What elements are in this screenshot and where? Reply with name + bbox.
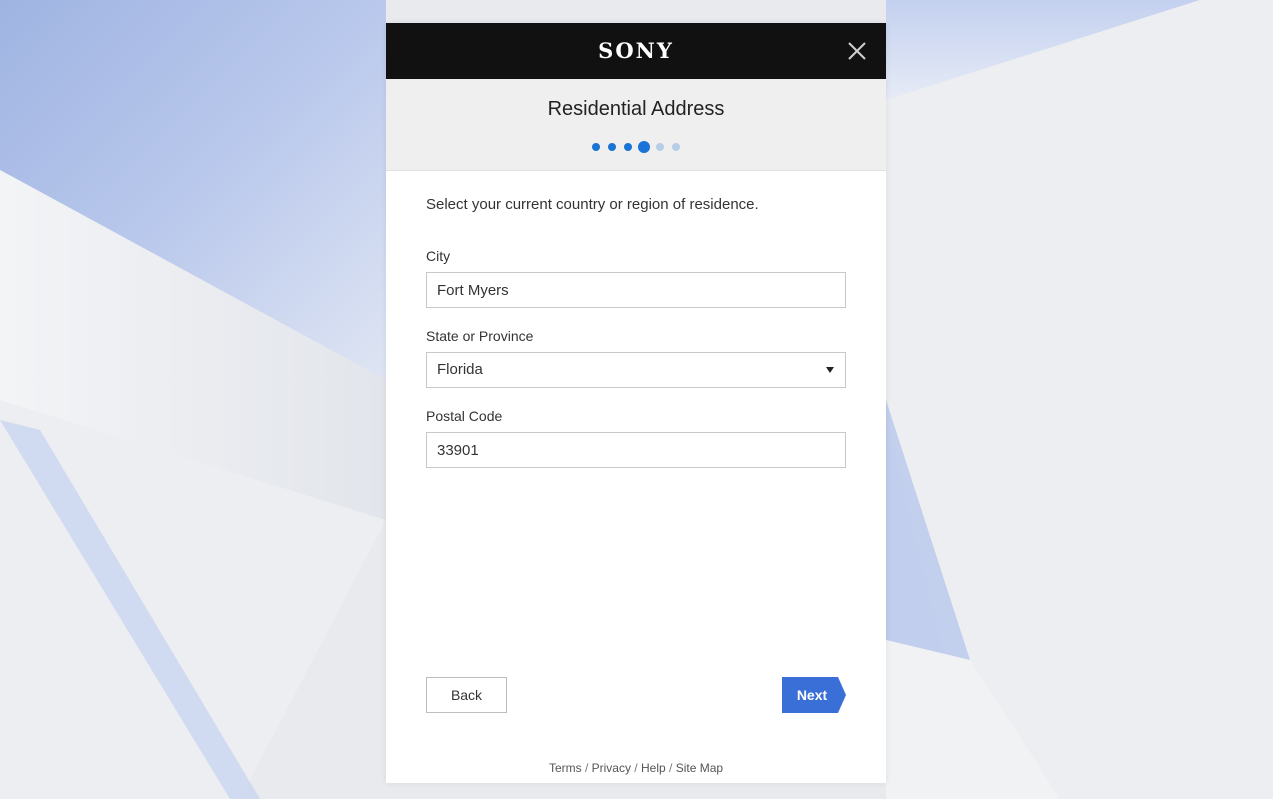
step-dot-complete xyxy=(608,143,616,151)
city-label: City xyxy=(426,248,451,264)
step-dot-current xyxy=(638,141,650,153)
state-select[interactable]: Florida xyxy=(426,352,846,388)
signup-dialog: SONY Residential Address Select your cur… xyxy=(386,23,886,783)
help-link[interactable]: Help xyxy=(641,761,666,775)
back-button[interactable]: Back xyxy=(426,677,507,713)
city-input[interactable] xyxy=(427,273,845,307)
close-icon[interactable] xyxy=(846,40,868,62)
sony-logo: SONY xyxy=(598,38,674,63)
address-form: Select your current country or region of… xyxy=(426,196,846,468)
step-dot-complete xyxy=(592,143,600,151)
city-field-box xyxy=(426,272,846,308)
footer-separator: / xyxy=(630,761,641,775)
postal-field-box xyxy=(426,432,846,468)
page-title: Residential Address xyxy=(547,98,725,120)
step-dot-pending xyxy=(672,143,680,151)
dialog-header: Residential Address xyxy=(386,79,886,171)
postal-code-input[interactable] xyxy=(427,433,845,467)
privacy-link[interactable]: Privacy xyxy=(592,761,631,775)
footer-links: Terms / Privacy / Help / Site Map xyxy=(386,761,886,775)
step-dot-complete xyxy=(624,143,632,151)
footer-separator: / xyxy=(665,761,676,775)
site-map-link[interactable]: Site Map xyxy=(676,761,723,775)
dropdown-caret-icon xyxy=(826,367,834,373)
footer-separator: / xyxy=(581,761,592,775)
next-button-label: Next xyxy=(796,687,828,703)
instruction-text: Select your current country or region of… xyxy=(426,196,759,213)
state-selected-value: Florida xyxy=(437,361,483,378)
top-bar: SONY xyxy=(386,23,886,79)
step-indicator xyxy=(386,141,886,153)
next-button[interactable]: Next xyxy=(782,677,846,713)
terms-link[interactable]: Terms xyxy=(549,761,582,775)
step-dot-pending xyxy=(656,143,664,151)
state-label: State or Province xyxy=(426,328,534,344)
postal-code-label: Postal Code xyxy=(426,408,503,424)
